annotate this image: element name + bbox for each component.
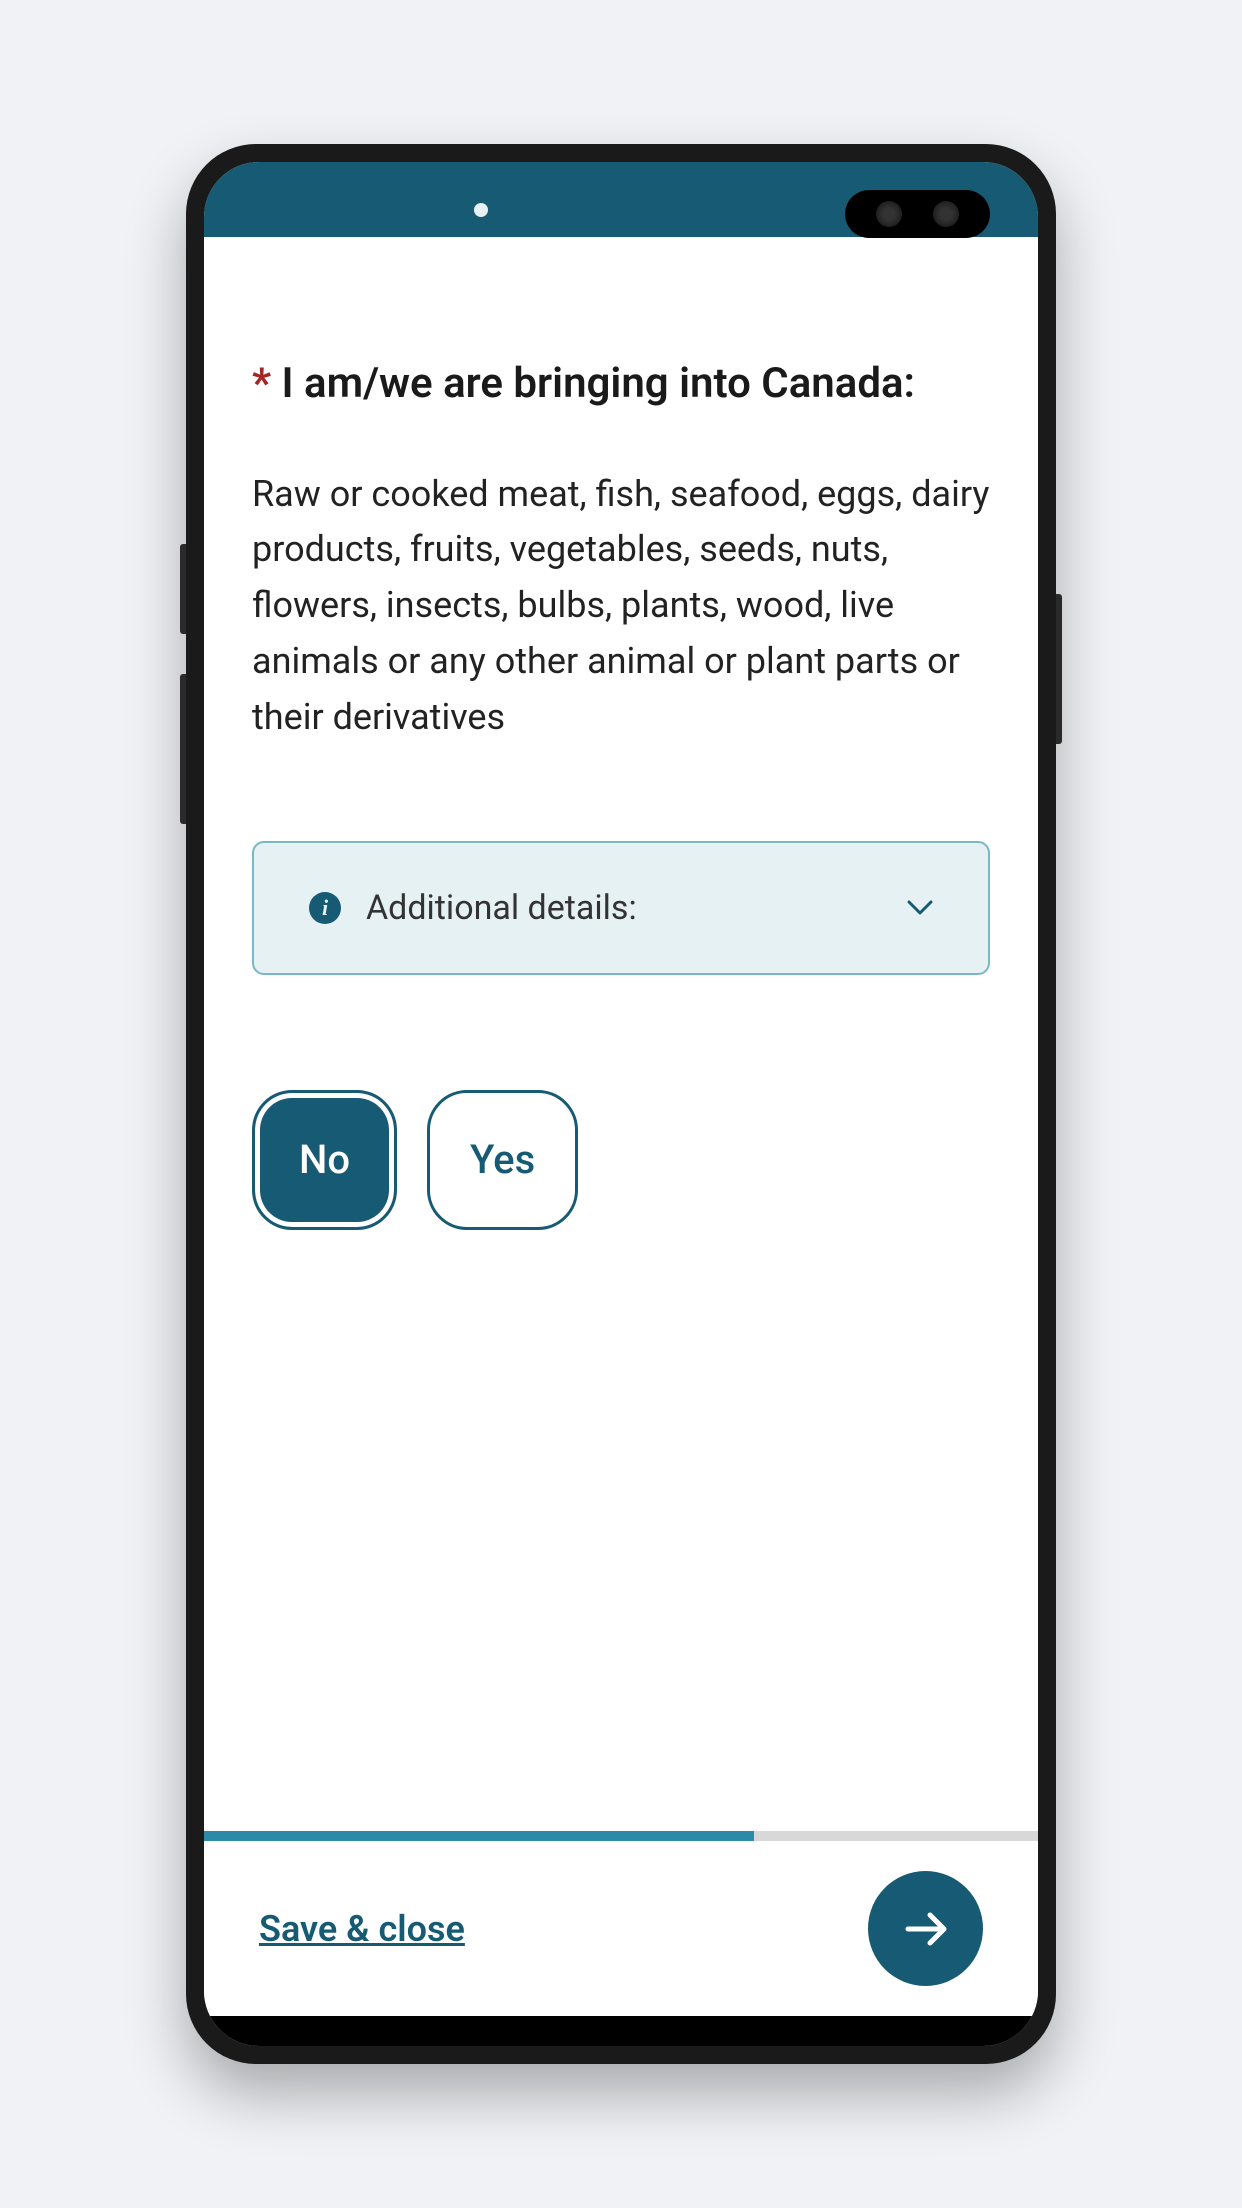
camera-lens (876, 201, 902, 227)
yes-button-label: Yes (470, 1136, 535, 1183)
info-icon-glyph: i (322, 895, 328, 921)
arrow-right-icon (902, 1909, 950, 1949)
progress-fill (204, 1831, 754, 1841)
details-left-group: i Additional details: (309, 888, 637, 928)
question-body: Raw or cooked meat, fish, seafood, eggs,… (252, 467, 990, 746)
camera-lens (933, 201, 959, 227)
yes-button[interactable]: Yes (427, 1090, 578, 1230)
screen: * I am/we are bringing into Canada: Raw … (204, 162, 1038, 2046)
info-icon: i (309, 892, 341, 924)
device-side-button (180, 674, 186, 824)
chevron-down-icon (907, 900, 933, 916)
additional-details-toggle[interactable]: i Additional details: (252, 841, 990, 975)
no-button-label: No (299, 1136, 350, 1183)
header-indicator (474, 203, 488, 217)
answer-button-row: No Yes (252, 1090, 990, 1230)
required-indicator: * (252, 359, 271, 408)
device-side-button (1056, 594, 1062, 744)
no-button[interactable]: No (252, 1090, 397, 1230)
save-close-link[interactable]: Save & close (259, 1908, 465, 1950)
next-button[interactable] (868, 1871, 983, 1986)
heading-text: I am/we are bringing into Canada: (271, 359, 915, 408)
bottom-bezel (204, 2016, 1038, 2046)
device-frame: * I am/we are bringing into Canada: Raw … (186, 144, 1056, 2064)
question-heading: * I am/we are bringing into Canada: (252, 357, 990, 412)
main-content: * I am/we are bringing into Canada: Raw … (204, 237, 1038, 1831)
footer: Save & close (204, 1841, 1038, 2016)
camera-notch (845, 190, 990, 238)
details-label: Additional details: (366, 888, 637, 928)
device-side-button (180, 544, 186, 634)
progress-bar (204, 1831, 1038, 1841)
